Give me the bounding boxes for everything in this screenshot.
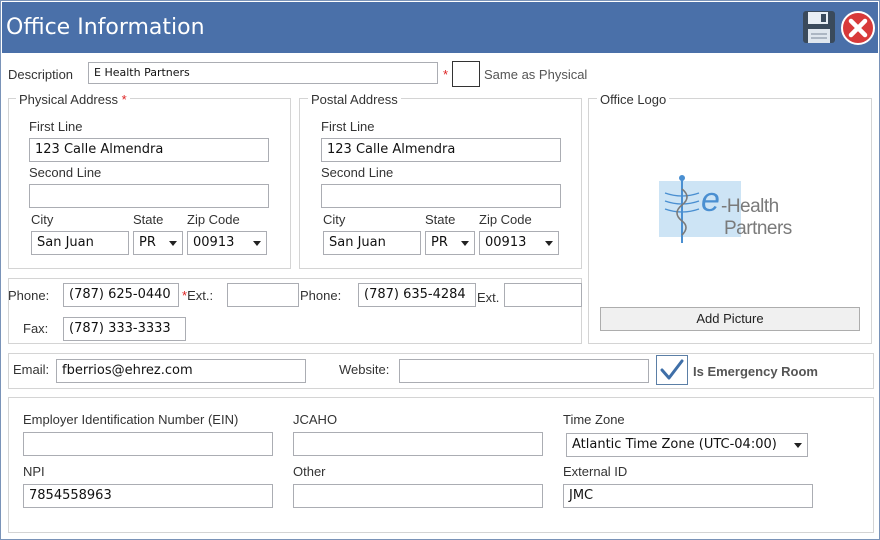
- chevron-down-icon: [461, 241, 469, 246]
- website-input[interactable]: [399, 359, 649, 383]
- fax-label: Fax:: [23, 321, 49, 336]
- logo-word-health: -Health: [721, 196, 779, 217]
- website-label: Website:: [339, 362, 390, 377]
- time-zone-label: Time Zone: [563, 412, 625, 427]
- physical-state-label: State: [133, 212, 164, 227]
- description-required-mark: *: [443, 67, 449, 82]
- time-zone-value: Atlantic Time Zone (UTC-04:00): [572, 437, 777, 452]
- npi-label: NPI: [23, 464, 45, 479]
- ext1-label-group: *Ext.:: [182, 288, 213, 303]
- postal-address-title: Postal Address: [308, 92, 401, 107]
- chevron-down-icon: [794, 443, 802, 448]
- company-logo-image: e -Health Partners: [657, 173, 807, 245]
- npi-input[interactable]: 7854558963: [23, 484, 273, 508]
- ein-label: Employer Identification Number (EIN): [23, 412, 239, 427]
- emergency-room-checkbox[interactable]: [656, 355, 688, 385]
- ext2-label: Ext.: [477, 290, 500, 305]
- postal-state-label: State: [425, 212, 456, 227]
- description-input[interactable]: E Health Partners: [88, 62, 438, 84]
- ext1-label: Ext.:: [187, 288, 214, 303]
- physical-address-title: Physical Address *: [16, 92, 130, 107]
- postal-state-select[interactable]: PR: [425, 231, 475, 255]
- phone2-input[interactable]: (787) 635-4284: [358, 283, 476, 307]
- title-bar: Office Information: [2, 2, 878, 53]
- external-id-label: External ID: [563, 464, 628, 479]
- emergency-room-label: Is Emergency Room: [693, 364, 818, 379]
- checkmark-icon: [660, 359, 684, 380]
- physical-required-mark: *: [121, 92, 127, 107]
- physical-zip-value: 00913: [193, 235, 235, 250]
- office-logo-title: Office Logo: [597, 92, 670, 107]
- postal-second-line-label: Second Line: [321, 165, 394, 180]
- window-title: Office Information: [6, 15, 205, 40]
- physical-state-value: PR: [139, 235, 156, 250]
- phone1-input[interactable]: (787) 625-0440: [63, 283, 179, 307]
- postal-zip-value: 00913: [485, 235, 527, 250]
- logo-letter-e: e: [701, 181, 720, 219]
- time-zone-select[interactable]: Atlantic Time Zone (UTC-04:00): [566, 433, 808, 457]
- physical-zip-label: Zip Code: [187, 212, 240, 227]
- fax-input[interactable]: (787) 333-3333: [63, 317, 186, 341]
- postal-city-label: City: [323, 212, 346, 227]
- email-label: Email:: [13, 362, 50, 377]
- postal-city-input[interactable]: San Juan: [323, 231, 421, 255]
- postal-first-line-label: First Line: [321, 119, 375, 134]
- physical-first-line-input[interactable]: 123 Calle Almendra: [29, 138, 269, 162]
- physical-first-line-label: First Line: [29, 119, 83, 134]
- close-circle-icon: [841, 11, 875, 45]
- physical-second-line-input[interactable]: [29, 184, 269, 208]
- phone2-label: Phone:: [300, 288, 342, 303]
- floppy-disk-icon: [803, 11, 835, 43]
- physical-zip-select[interactable]: 00913: [187, 231, 267, 255]
- jcaho-label: JCAHO: [293, 412, 338, 427]
- ein-input[interactable]: [23, 432, 273, 456]
- chevron-down-icon: [169, 241, 177, 246]
- physical-state-select[interactable]: PR: [133, 231, 183, 255]
- other-input[interactable]: [293, 484, 543, 508]
- ext2-input[interactable]: [504, 283, 582, 307]
- external-id-input[interactable]: JMC: [563, 484, 813, 508]
- logo-word-partners: Partners: [724, 218, 792, 239]
- physical-address-title-text: Physical Address: [19, 92, 118, 107]
- other-label: Other: [293, 464, 326, 479]
- postal-state-value: PR: [431, 235, 448, 250]
- close-button[interactable]: [840, 10, 876, 46]
- same-as-physical-label: Same as Physical: [484, 67, 588, 82]
- chevron-down-icon: [253, 241, 261, 246]
- postal-first-line-input[interactable]: 123 Calle Almendra: [321, 138, 561, 162]
- chevron-down-icon: [545, 241, 553, 246]
- postal-zip-label: Zip Code: [479, 212, 532, 227]
- description-label: Description: [8, 67, 74, 82]
- physical-second-line-label: Second Line: [29, 165, 102, 180]
- jcaho-input[interactable]: [293, 432, 543, 456]
- add-picture-button[interactable]: Add Picture: [600, 307, 860, 331]
- same-as-physical-checkbox[interactable]: [452, 61, 480, 87]
- physical-city-label: City: [31, 212, 54, 227]
- postal-second-line-input[interactable]: [321, 184, 561, 208]
- postal-zip-select[interactable]: 00913: [479, 231, 559, 255]
- email-input[interactable]: fberrios@ehrez.com: [56, 359, 306, 383]
- ext1-input[interactable]: [227, 283, 299, 307]
- save-button[interactable]: [801, 9, 837, 45]
- physical-city-input[interactable]: San Juan: [31, 231, 129, 255]
- phone1-label: Phone:: [8, 288, 50, 303]
- office-information-window: Office Information Description E Health …: [0, 0, 880, 540]
